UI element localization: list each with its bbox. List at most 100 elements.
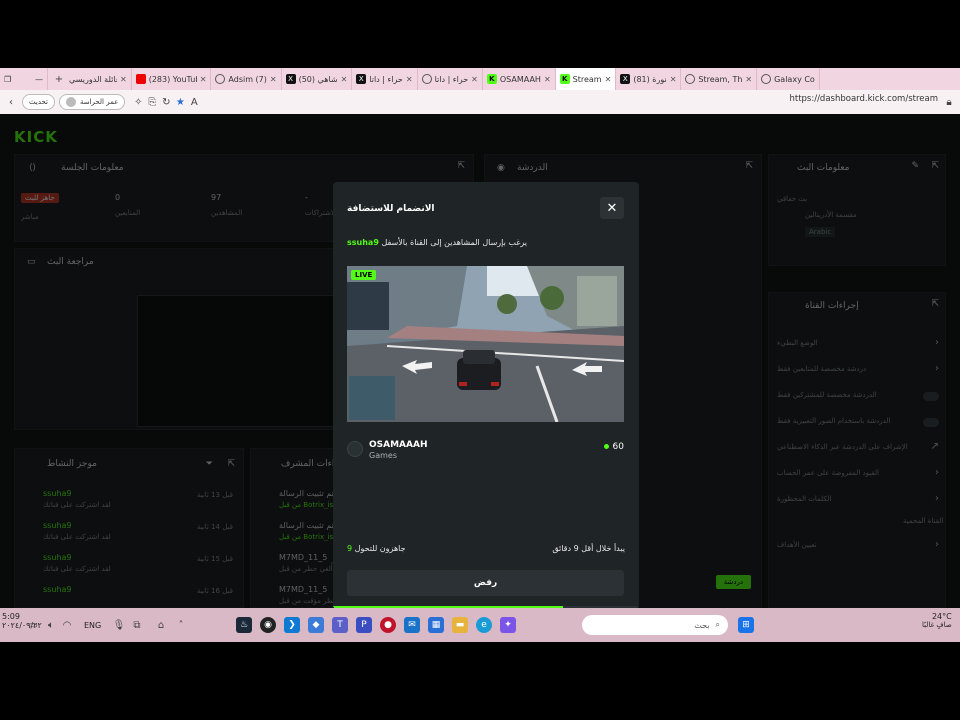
toggle-switch[interactable]: [923, 392, 939, 401]
close-tab-icon[interactable]: ✕: [406, 75, 413, 84]
collapse-icon[interactable]: ⟨⟩: [29, 163, 36, 173]
favorite-star-icon[interactable]: ★: [173, 95, 187, 109]
obs-icon[interactable]: ◉: [260, 617, 276, 633]
external-link-icon[interactable]: ↗: [931, 441, 939, 452]
browser-tab-11[interactable]: Galaxy Co: [757, 68, 820, 90]
app-icon[interactable]: ◆: [308, 617, 324, 633]
popout-icon[interactable]: ⇱: [227, 459, 235, 469]
tray-icon[interactable]: ⧉: [130, 618, 144, 632]
browser-tab-9[interactable]: X نورة (81) ✕: [616, 68, 682, 90]
channel-action-item[interactable]: الإشراف على الدردشة عبر الذكاء الاصطناعي: [777, 443, 908, 451]
restore-window-button[interactable]: ❐: [4, 75, 11, 84]
update-button[interactable]: تحديث: [22, 94, 55, 110]
popout-icon[interactable]: ⇱: [931, 161, 939, 171]
activity-user[interactable]: ssuha9: [43, 553, 71, 562]
language-indicator[interactable]: ENG: [84, 621, 101, 630]
browser-tab-6[interactable]: حراء | داتا ✕: [418, 68, 483, 90]
app-icon[interactable]: ●: [380, 617, 396, 633]
close-tab-icon[interactable]: ✕: [544, 75, 551, 84]
new-tab-icon[interactable]: +: [52, 72, 66, 86]
close-tab-icon[interactable]: ✕: [471, 75, 478, 84]
popout-icon[interactable]: ⇱: [457, 161, 465, 171]
browser-tab-8[interactable]: K Stream ✕: [555, 68, 617, 90]
teams-icon[interactable]: T: [332, 617, 348, 633]
tab-label: نورة (81): [633, 74, 667, 84]
profile-button[interactable]: عمر الحراسة: [58, 94, 126, 110]
browser-tab-4[interactable]: X شاهي (50) ✕: [282, 68, 353, 90]
close-tab-icon[interactable]: ✕: [270, 75, 277, 84]
browser-tab-7[interactable]: K OSAMAAH ✕: [483, 68, 556, 90]
close-tab-icon[interactable]: ✕: [745, 75, 752, 84]
taskbar-search[interactable]: بحث ⌕: [582, 615, 728, 635]
close-tab-icon[interactable]: ✕: [341, 75, 348, 84]
globe-icon: [761, 74, 772, 84]
tray-icon[interactable]: ⌂: [154, 618, 168, 632]
popout-icon[interactable]: ⇱: [745, 161, 753, 171]
chevron-right-icon[interactable]: ›: [935, 363, 939, 374]
chat-send-button[interactable]: دردشة: [715, 575, 751, 589]
stream-preview-image[interactable]: [137, 295, 347, 427]
channel-action-item[interactable]: القيود المفروضة على عمر الحساب: [777, 469, 879, 477]
channel-action-item[interactable]: الكلمات المحظورة: [777, 495, 831, 503]
channel-action-item[interactable]: الوضع البطيء: [777, 339, 818, 347]
vscode-icon[interactable]: ❯: [284, 617, 300, 633]
wifi-icon[interactable]: ◠: [60, 618, 74, 632]
activity-user[interactable]: ssuha9: [43, 489, 71, 498]
channel-action-item[interactable]: تعيين الأهداف: [777, 541, 817, 549]
toggle-switch[interactable]: [923, 418, 939, 427]
channel-action-item[interactable]: الدردشة باستخدام الصور التعبيرية فقط: [777, 417, 890, 425]
browser-tab-2[interactable]: (283) YouTube ✕: [132, 68, 212, 90]
chevron-up-icon[interactable]: ˄: [174, 618, 188, 632]
chevron-right-icon[interactable]: ›: [935, 467, 939, 478]
raider-name[interactable]: ssuha9: [347, 238, 379, 247]
back-icon[interactable]: ‹: [4, 95, 18, 109]
steam-icon[interactable]: ♨: [236, 617, 252, 633]
weather-temp: 24°C: [931, 612, 952, 621]
collections-icon[interactable]: ⎘: [145, 95, 159, 109]
close-icon[interactable]: ✕: [600, 197, 624, 219]
folder-icon[interactable]: ▬: [452, 617, 468, 633]
copilot-icon[interactable]: ✦: [500, 617, 516, 633]
activity-user[interactable]: ssuha9: [43, 521, 71, 530]
browser-tab-3[interactable]: Adsim (7) ✕: [211, 68, 282, 90]
reject-button[interactable]: رفض: [347, 570, 624, 596]
channel-info[interactable]: OSAMAAAH Games 60: [347, 438, 624, 468]
mod-action-title: M7MD_11_5: [279, 553, 328, 562]
activity-user[interactable]: ssuha9: [43, 585, 71, 594]
browser-tab-1[interactable]: + عائلة الدوريسي ✕: [48, 68, 132, 90]
filter-icon[interactable]: ⏷: [206, 459, 213, 469]
mic-icon[interactable]: 🎙︎: [112, 618, 126, 632]
url-field[interactable]: https://dashboard.kick.com/stream: [789, 94, 938, 104]
video-frame: ❐ — + عائلة الدوريسي ✕ (283) YouTube ✕ A…: [0, 0, 960, 720]
stream-thumbnail[interactable]: LIVE: [347, 266, 624, 422]
close-tab-icon[interactable]: ✕: [670, 75, 677, 84]
mail-icon[interactable]: ✉: [404, 617, 420, 633]
volume-icon[interactable]: 🔈︎: [44, 618, 58, 632]
extensions-icon[interactable]: ✧: [131, 95, 145, 109]
app-icon[interactable]: P: [356, 617, 372, 633]
kick-logo[interactable]: KICK: [14, 128, 58, 146]
minimize-window-button[interactable]: —: [35, 75, 43, 84]
chevron-right-icon[interactable]: ›: [935, 337, 939, 348]
close-tab-icon[interactable]: ✕: [120, 75, 127, 84]
edit-icon[interactable]: ✎: [911, 161, 919, 171]
kick-icon: K: [486, 74, 497, 84]
close-tab-icon[interactable]: ✕: [605, 75, 612, 84]
start-icon[interactable]: ⊞: [738, 617, 754, 633]
refresh-icon[interactable]: ↻: [159, 95, 173, 109]
edge-icon[interactable]: e: [476, 617, 492, 633]
popout-icon[interactable]: ⇱: [931, 299, 939, 309]
channel-action-item[interactable]: الدردشة مخصصة للمشتركين فقط: [777, 391, 877, 399]
channel-action-item[interactable]: دردشة مخصصة للمتابعين فقط: [777, 365, 866, 373]
weather-widget[interactable]: 24°C صافٍ غالبًا: [922, 612, 952, 629]
battery-icon[interactable]: ▭: [26, 618, 40, 632]
chevron-right-icon[interactable]: ›: [935, 539, 939, 550]
globe-icon: [421, 74, 432, 84]
close-tab-icon[interactable]: ✕: [200, 75, 207, 84]
translate-icon[interactable]: A: [187, 95, 201, 109]
browser-tab-5[interactable]: X حراء | داتا ✕: [352, 68, 418, 90]
chevron-right-icon[interactable]: ›: [935, 493, 939, 504]
browser-tab-10[interactable]: Stream, Th ✕: [681, 68, 758, 90]
channel-name[interactable]: OSAMAAAH: [369, 440, 427, 450]
store-icon[interactable]: ▦: [428, 617, 444, 633]
